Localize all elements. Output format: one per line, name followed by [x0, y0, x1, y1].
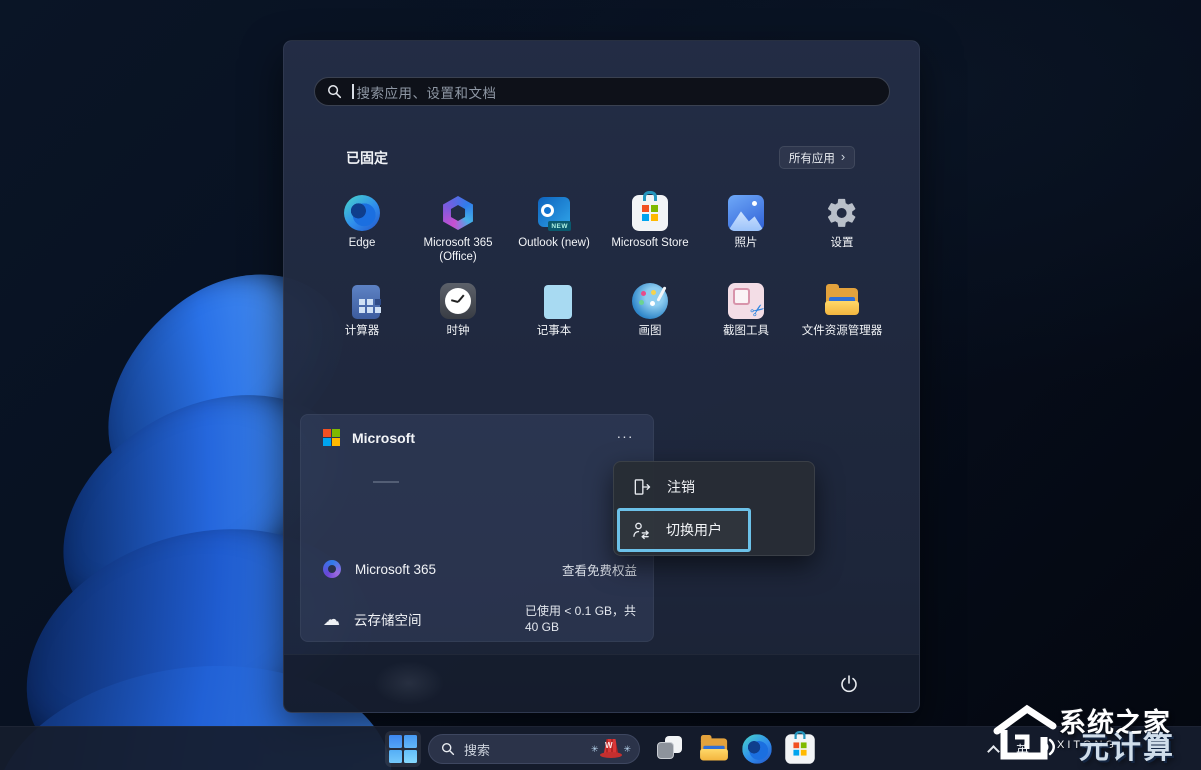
app-tile-edge[interactable]: Edge [314, 187, 410, 275]
calculator-icon [344, 283, 380, 319]
account-card: Microsoft ··· Microsoft 365 查看免费权益 ☁ 云存储… [300, 414, 654, 642]
tray-chevron-up-icon[interactable] [987, 745, 1000, 758]
app-tile-settings[interactable]: 设置 [794, 187, 890, 275]
app-tile-calculator[interactable]: 计算器 [314, 275, 410, 363]
microsoft-365-row[interactable]: Microsoft 365 查看免费权益 [301, 553, 653, 585]
microsoft-365-label: Microsoft 365 [355, 562, 436, 577]
microsoft-store-icon [785, 734, 815, 764]
app-label: 文件资源管理器 [802, 324, 883, 338]
snipping-tool-icon: ✂ [728, 283, 764, 319]
app-label: 设置 [831, 236, 854, 250]
account-context-menu: 注销 切换用户 [613, 461, 815, 556]
new-badge: NEW [548, 221, 571, 231]
start-menu-search-input[interactable]: 搜索应用、设置和文档 [314, 77, 890, 106]
taskbar-edge-button[interactable] [739, 731, 775, 767]
microsoft-store-icon [632, 195, 668, 231]
clock-icon [440, 283, 476, 319]
chevron-right-icon: › [841, 149, 845, 164]
edge-icon [742, 734, 772, 764]
search-placeholder: 搜索应用、设置和文档 [357, 82, 497, 102]
taskbar-search-box[interactable]: 搜索 ✳ W ✳ [428, 734, 640, 764]
app-label: Edge [349, 236, 376, 250]
cloud-storage-label: 云存储空间 [354, 609, 422, 629]
app-tile-microsoft-store[interactable]: Microsoft Store [602, 187, 698, 275]
paint-icon [632, 283, 668, 319]
outlook-icon: NEW [536, 195, 572, 231]
settings-gear-icon [824, 195, 860, 231]
notepad-icon [536, 283, 572, 319]
search-icon [441, 742, 455, 756]
microsoft-365-icon [440, 195, 476, 231]
view-benefits-link[interactable]: 查看免费权益 [562, 560, 637, 579]
account-name: Microsoft [352, 430, 415, 446]
app-tile-paint[interactable]: 画图 [602, 275, 698, 363]
app-tile-microsoft-365[interactable]: Microsoft 365 (Office) [410, 187, 506, 275]
language-indicator[interactable]: 英 [1016, 740, 1029, 759]
text-caret [352, 84, 354, 99]
app-label: Microsoft 365 (Office) [412, 236, 504, 265]
taskbar-search-placeholder: 搜索 [464, 740, 591, 759]
cloud-storage-row[interactable]: ☁ 云存储空间 已使用 < 0.1 GB，共 40 GB [301, 597, 653, 641]
all-apps-button[interactable]: 所有应用 › [779, 146, 855, 169]
app-label: 截图工具 [723, 324, 769, 338]
start-menu-panel: 搜索应用、设置和文档 已固定 所有应用 › Edge Microsoft 365… [283, 40, 920, 713]
wallpaper-glow [374, 661, 444, 705]
task-view-button[interactable] [651, 731, 687, 767]
power-button[interactable] [831, 666, 867, 702]
app-tile-clock[interactable]: 时钟 [410, 275, 506, 363]
search-highlight-hat-icon[interactable]: ✳ W ✳ [591, 738, 631, 760]
app-label: 计算器 [345, 324, 380, 338]
sign-out-icon [632, 477, 652, 497]
file-explorer-icon [824, 283, 860, 319]
microsoft-logo-icon [323, 429, 340, 446]
start-menu-bottom-bar [284, 654, 919, 712]
sign-out-label: 注销 [667, 477, 695, 497]
app-label: 时钟 [447, 324, 470, 338]
file-explorer-icon [699, 734, 729, 764]
taskbar-store-button[interactable] [782, 731, 818, 767]
app-tile-file-explorer[interactable]: 文件资源管理器 [794, 275, 890, 363]
windows-logo-icon [389, 735, 418, 764]
cloud-icon: ☁ [323, 611, 340, 628]
taskbar-file-explorer-button[interactable] [696, 731, 732, 767]
switch-user-icon [631, 520, 651, 540]
pinned-app-grid: Edge Microsoft 365 (Office) NEW Outlook … [314, 187, 892, 363]
taskbar: 搜索 ✳ W ✳ 英 [0, 726, 1201, 770]
app-tile-photos[interactable]: 照片 [698, 187, 794, 275]
account-more-button[interactable]: ··· [611, 425, 639, 449]
account-header[interactable]: Microsoft [323, 429, 415, 446]
app-label: 记事本 [537, 324, 572, 338]
all-apps-label: 所有应用 [789, 150, 835, 166]
microsoft-365-mini-icon [323, 560, 341, 578]
app-label: 照片 [735, 236, 758, 250]
switch-user-label: 切换用户 [666, 520, 722, 540]
search-icon [327, 84, 342, 99]
app-label: Microsoft Store [611, 236, 688, 250]
account-placeholder-dash [373, 481, 399, 483]
menu-item-sign-out[interactable]: 注销 [618, 468, 812, 506]
menu-item-switch-user[interactable]: 切换用户 [617, 508, 751, 552]
power-icon [838, 673, 860, 695]
app-tile-snipping-tool[interactable]: ✂ 截图工具 [698, 275, 794, 363]
cloud-usage-text: 已使用 < 0.1 GB，共 40 GB [525, 603, 637, 635]
app-tile-notepad[interactable]: 记事本 [506, 275, 602, 363]
start-button[interactable] [385, 731, 421, 767]
photos-icon [728, 195, 764, 231]
app-tile-outlook[interactable]: NEW Outlook (new) [506, 187, 602, 275]
app-label: Outlook (new) [518, 236, 590, 250]
edge-icon [344, 195, 380, 231]
pinned-section-title: 已固定 [346, 148, 388, 168]
app-label: 画图 [639, 324, 662, 338]
